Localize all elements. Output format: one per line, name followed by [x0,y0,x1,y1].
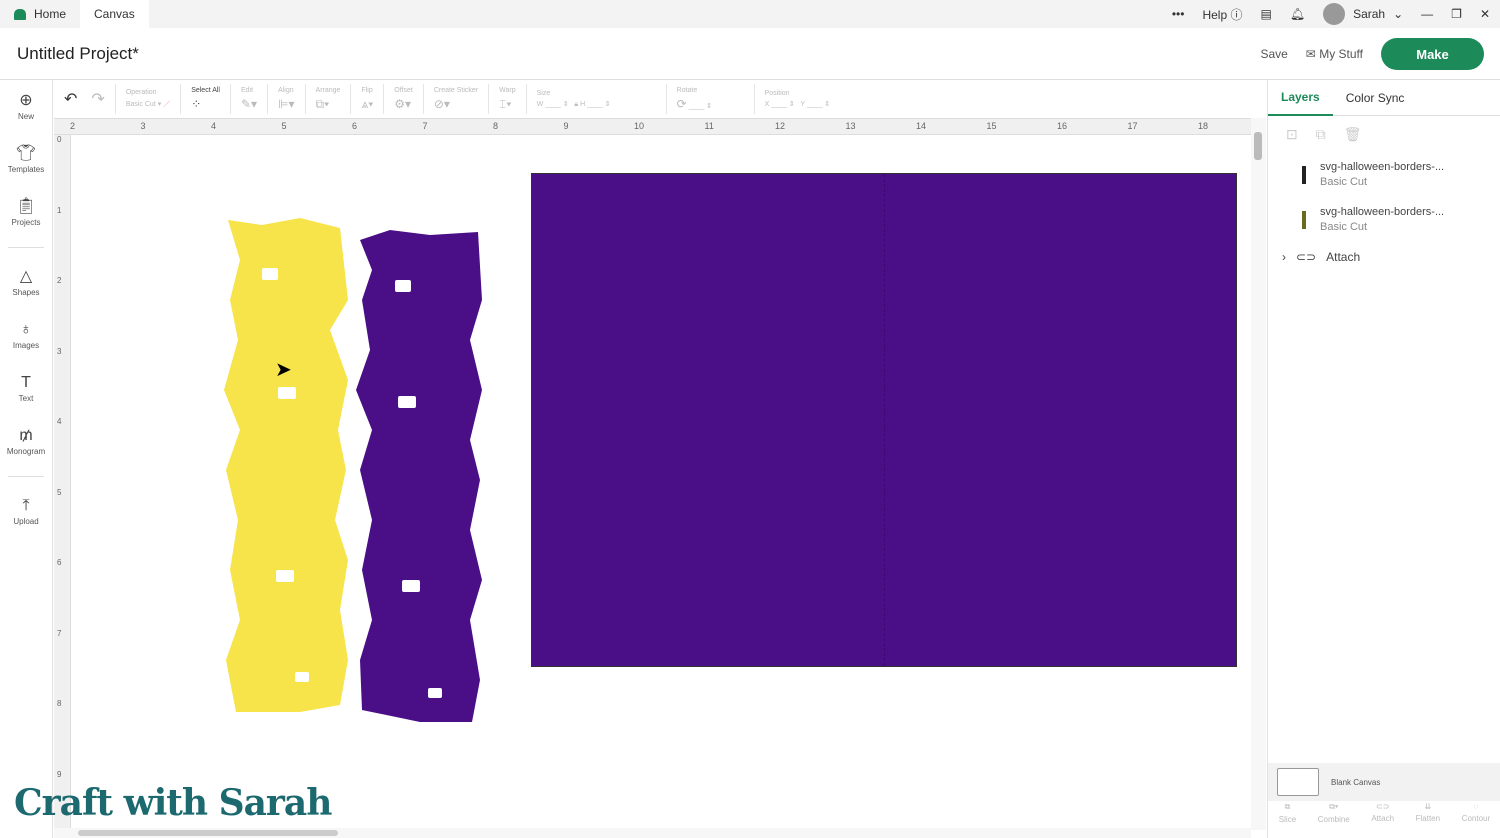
contour-button[interactable]: ◌ Contour [1462,802,1490,838]
yellow-halloween-border[interactable] [224,218,348,712]
attach-group[interactable]: › ⊂⊃ Attach [1268,242,1500,272]
tab-layers[interactable]: Layers [1268,80,1333,116]
group-icon[interactable]: ⊡ [1286,126,1298,143]
attach-label: Attach [1326,250,1361,264]
paperclip-icon: ⊂⊃ [1296,250,1317,264]
watermark-logo: Craft with Sarah [14,782,332,824]
label: Combine [1317,815,1350,824]
layer-thumbnail [1302,210,1306,229]
layer-item[interactable]: svg-halloween-borders-... Basic Cut [1268,197,1500,242]
scroll-thumb[interactable] [1254,132,1262,160]
duplicate-icon[interactable]: ⧉ [1316,126,1326,143]
combine-button[interactable]: ⧉▾ Combine [1318,802,1350,838]
blank-canvas-row[interactable]: Blank Canvas [1268,763,1500,801]
layer-name: svg-halloween-borders-... [1320,206,1445,218]
blank-canvas-label: Blank Canvas [1331,777,1381,787]
layer-operation: Basic Cut [1320,221,1368,233]
purple-halloween-border[interactable] [356,230,482,722]
contour-icon: ◌ [1473,802,1479,811]
paperclip-icon: ⊂⊃ [1375,802,1390,811]
purple-card-mat[interactable] [531,173,1237,667]
label: Slice [1278,815,1297,824]
attach-button[interactable]: ⊂⊃ Attach [1371,802,1394,838]
label: Contour [1461,814,1491,823]
label: Flatten [1415,814,1441,823]
vertical-scrollbar[interactable] [1251,118,1266,830]
layer-operation: Basic Cut [1320,176,1368,188]
label: Attach [1371,814,1395,823]
slice-icon: ⧉ [1284,802,1291,811]
layer-item[interactable]: svg-halloween-borders-... Basic Cut [1268,152,1500,197]
horizontal-scrollbar[interactable] [54,828,1251,838]
scroll-thumb[interactable] [78,830,338,836]
canvas-swatch [1277,768,1319,796]
trash-icon[interactable]: 🗑︎ [1344,126,1362,143]
flatten-icon: ⇊ [1424,802,1432,811]
layer-thumbnail [1302,165,1306,184]
mouse-cursor: ➤ [275,359,292,381]
slice-button[interactable]: ⧉ Slice [1279,802,1296,838]
layers-panel: Layers Color Sync ⊡ ⧉ 🗑︎ svg-halloween-bor… [1267,80,1500,838]
layer-name: svg-halloween-borders-... [1320,161,1445,173]
combine-icon: ⧉▾ [1329,802,1339,811]
tab-color-sync[interactable]: Color Sync [1333,80,1418,116]
flatten-button[interactable]: ⇊ Flatten [1416,802,1440,838]
chevron-right-icon[interactable]: › [1282,250,1286,264]
